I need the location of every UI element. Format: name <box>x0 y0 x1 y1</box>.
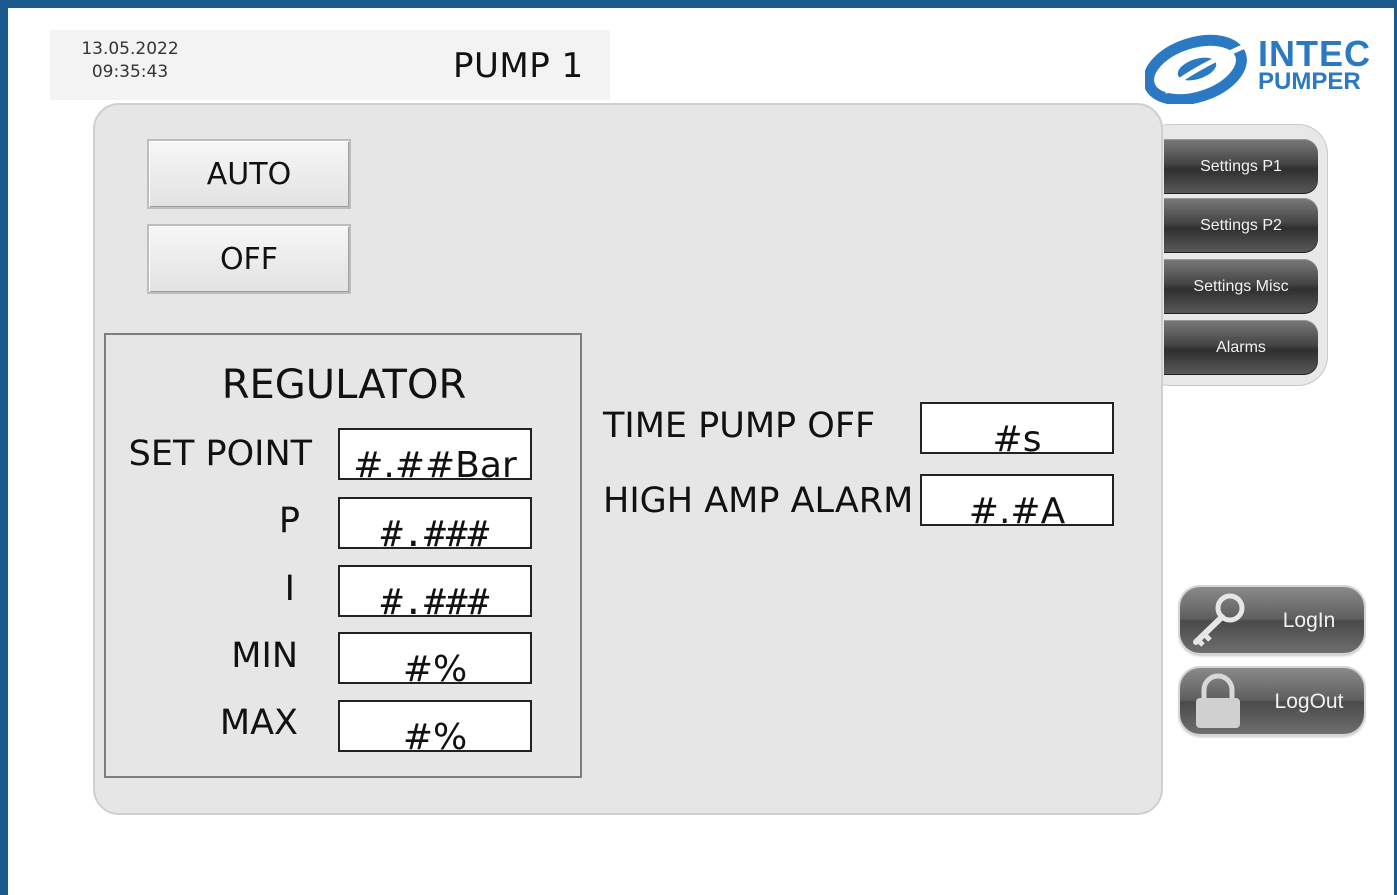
login-label: LogIn <box>1282 609 1336 632</box>
setpoint-value: #.##Bar <box>353 445 517 480</box>
setpoint-label: SET POINT <box>128 434 312 474</box>
high-amp-alarm-value: #.#A <box>968 491 1066 526</box>
p-label: P <box>278 501 300 541</box>
page-title: PUMP 1 <box>453 46 584 86</box>
padlock-icon <box>1196 673 1240 728</box>
nav-settings-misc-button[interactable]: Settings Misc <box>1164 259 1318 314</box>
logout-label: LogOut <box>1274 690 1344 713</box>
login-button[interactable]: LogIn <box>1180 587 1364 653</box>
regulator-title: REGULATOR <box>221 362 467 408</box>
max-value: #% <box>402 717 468 752</box>
p-gain-field[interactable]: #.### <box>338 497 532 549</box>
time-text: 09:35:43 <box>91 62 169 82</box>
nav-settings-p2-button[interactable]: Settings P2 <box>1164 198 1318 253</box>
time-pump-off-label: TIME PUMP OFF <box>603 406 876 446</box>
time-pump-off-field[interactable]: #s <box>920 402 1114 454</box>
datetime-display: 13.05.2022 09:35:43 <box>70 38 190 84</box>
max-field[interactable]: #% <box>338 700 532 752</box>
logo-text: INTEC PUMPER <box>1258 36 1371 94</box>
auto-button[interactable]: AUTO <box>147 139 351 209</box>
key-icon <box>1193 593 1245 647</box>
logout-button[interactable]: LogOut <box>1180 668 1364 734</box>
date-text: 13.05.2022 <box>81 39 179 59</box>
i-gain-value: #.### <box>380 582 490 617</box>
time-pump-off-value: #s <box>992 419 1042 454</box>
p-gain-value: #.### <box>380 514 490 549</box>
off-button[interactable]: OFF <box>147 224 351 294</box>
min-label: MIN <box>231 636 298 676</box>
setpoint-field[interactable]: #.##Bar <box>338 428 532 480</box>
i-label: I <box>284 569 295 609</box>
max-label: MAX <box>219 703 298 743</box>
high-amp-alarm-label: HIGH AMP ALARM <box>603 481 914 521</box>
high-amp-alarm-field[interactable]: #.#A <box>920 474 1114 526</box>
nav-alarms-button[interactable]: Alarms <box>1164 320 1318 375</box>
min-field[interactable]: #% <box>338 632 532 684</box>
logo-line1: INTEC <box>1258 33 1371 74</box>
min-value: #% <box>402 649 468 684</box>
logo-line2: PUMPER <box>1258 68 1361 95</box>
nav-settings-p1-button[interactable]: Settings P1 <box>1164 139 1318 194</box>
i-gain-field[interactable]: #.### <box>338 565 532 617</box>
